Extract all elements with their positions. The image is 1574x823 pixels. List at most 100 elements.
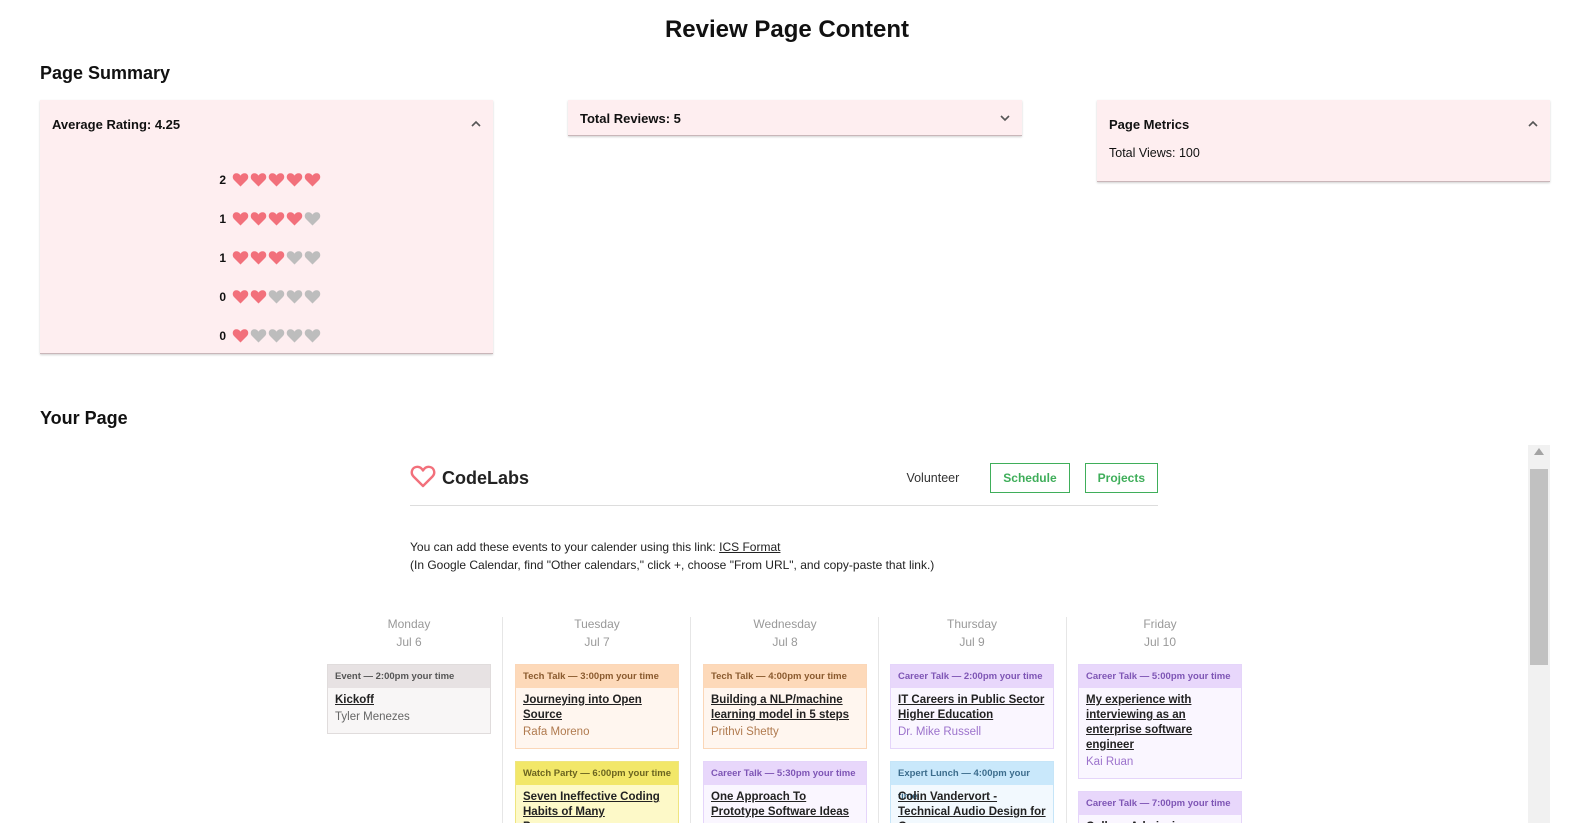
heart-filled-icon — [250, 249, 267, 266]
heart-empty-icon — [268, 288, 285, 305]
average-rating-header[interactable]: Average Rating: 4.25 — [40, 100, 493, 148]
rating-distribution: 2 1 1 0 0 — [210, 160, 322, 355]
day-date: Jul 8 — [772, 635, 798, 649]
day-column-friday: Friday Jul 10 Career Talk — 5:00pm your ti… — [1078, 617, 1242, 823]
event-title-link[interactable]: Journeying into Open Source — [523, 693, 671, 723]
day-name: Wednesday — [753, 617, 817, 631]
event-card[interactable]: Event — 2:00pm your time Kickoff Tyler Men… — [327, 664, 491, 734]
page-metrics-header[interactable]: Page Metrics — [1097, 100, 1550, 148]
calendar-info-text: You can add these events to your calende… — [410, 540, 716, 554]
day-date: Jul 6 — [396, 635, 422, 649]
heart-filled-icon — [250, 171, 267, 188]
event-time: Tech Talk — 4:00pm your time — [704, 665, 866, 688]
heart-filled-icon — [286, 210, 303, 227]
calendar-info: You can add these events to your calende… — [410, 538, 934, 574]
page-metrics-panel: Page Metrics Total Views: 100 — [1097, 100, 1550, 182]
event-time: Watch Party — 6:00pm your time — [516, 762, 678, 785]
rating-row: 2 — [210, 160, 322, 199]
event-card[interactable]: Career Talk — 7:00pm your timeCollege Ad… — [1078, 791, 1242, 823]
event-speaker: Kai Ruan — [1086, 756, 1134, 768]
event-title-link[interactable]: Building a NLP/machine learning model in… — [711, 693, 859, 723]
event-card[interactable]: Tech Talk — 4:00pm your time Building a N… — [703, 664, 867, 749]
event-title-link[interactable]: IT Careers in Public Sector Higher Educa… — [898, 693, 1046, 723]
chevron-up-icon[interactable] — [1528, 119, 1538, 129]
heart-empty-icon — [304, 288, 321, 305]
event-card[interactable]: Career Talk — 2:00pm your time IT Careers… — [890, 664, 1054, 749]
rating-row: 0 — [210, 277, 322, 316]
event-title-link[interactable]: My experience with interviewing as an en… — [1086, 693, 1234, 753]
rating-row: 0 — [210, 316, 322, 355]
site-logo-text: CodeLabs — [442, 468, 530, 488]
page-title: Review Page Content — [664, 16, 910, 43]
event-title-link[interactable]: One Approach To Prototype Software Ideas — [711, 790, 859, 820]
event-title-link[interactable]: Seven Ineffective Coding Habits of Many … — [523, 790, 671, 823]
total-views-value: Total Views: 100 — [1109, 146, 1200, 160]
average-rating-label: Average Rating: 4.25 — [52, 116, 181, 132]
site-logo[interactable]: CodeLabs — [410, 463, 529, 494]
rating-count: 0 — [219, 289, 226, 304]
heart-filled-icon — [304, 171, 321, 188]
heart-empty-icon — [286, 249, 303, 266]
heart-filled-icon — [268, 210, 285, 227]
ics-format-link[interactable]: ICS Format — [719, 540, 780, 554]
event-speaker: Tyler Menezes — [335, 711, 410, 723]
event-time: Career Talk — 2:00pm your time — [891, 665, 1053, 688]
day-name: Monday — [387, 617, 431, 631]
heart-empty-icon — [304, 210, 321, 227]
chevron-up-icon[interactable] — [471, 119, 481, 129]
heart-filled-icon — [268, 171, 285, 188]
scroll-up-arrow-icon[interactable] — [1534, 448, 1544, 455]
average-rating-panel: Average Rating: 4.25 2 1 1 0 0 — [40, 100, 493, 354]
heart-empty-icon — [286, 288, 303, 305]
day-column-monday: Monday Jul 6 Event — 2:00pm your time Kicko… — [327, 617, 491, 734]
site-header: CodeLabs Volunteer Schedule Projects — [410, 461, 1158, 506]
event-time: Event — 2:00pm your time — [328, 665, 490, 688]
event-speaker: Prithvi Shetty — [711, 726, 779, 738]
heart-empty-icon — [250, 327, 267, 344]
site-nav: Volunteer Schedule Projects — [906, 463, 1158, 493]
heart-filled-icon — [268, 249, 285, 266]
event-speaker: Dr. Mike Russell — [898, 726, 982, 738]
day-date: Jul 9 — [959, 635, 985, 649]
scrollbar-thumb[interactable] — [1530, 469, 1548, 665]
rating-count: 2 — [219, 172, 226, 187]
day-date: Jul 10 — [1143, 635, 1177, 649]
event-time: Tech Talk — 3:00pm your time — [516, 665, 678, 688]
heart-filled-icon — [232, 327, 249, 344]
vertical-scrollbar[interactable] — [1528, 445, 1550, 823]
rating-count: 1 — [219, 250, 226, 265]
chevron-down-icon[interactable] — [1000, 113, 1010, 123]
total-reviews-header[interactable]: Total Reviews: 5 — [568, 100, 1022, 136]
your-page-heading: Your Page — [40, 408, 128, 428]
day-name: Thursday — [946, 617, 998, 631]
total-reviews-panel: Total Reviews: 5 — [568, 100, 1022, 136]
page-preview-frame[interactable]: CodeLabs Volunteer Schedule Projects You… — [40, 445, 1550, 823]
event-card[interactable]: Career Talk — 5:00pm your time My experie… — [1078, 664, 1242, 779]
page-metrics-label: Page Metrics — [1109, 116, 1190, 132]
heart-filled-icon — [286, 171, 303, 188]
heart-filled-icon — [232, 288, 249, 305]
rating-row: 1 — [210, 199, 322, 238]
event-title-link[interactable]: Colin Vandervort - Technical Audio Desig… — [898, 790, 1046, 823]
day-name: Tuesday — [574, 617, 620, 631]
event-card[interactable]: Expert Lunch — 4:00pm your time Colin Van… — [890, 761, 1054, 823]
rating-row: 1 — [210, 238, 322, 277]
nav-schedule-button[interactable]: Schedule — [990, 463, 1070, 493]
event-time: Career Talk — 7:00pm your time — [1079, 792, 1241, 815]
heart-empty-icon — [268, 327, 285, 344]
nav-volunteer-link[interactable]: Volunteer — [906, 471, 959, 485]
heart-filled-icon — [232, 210, 249, 227]
day-divider — [878, 617, 879, 823]
event-card[interactable]: Career Talk — 5:30pm your time One Approa… — [703, 761, 867, 823]
event-title-link[interactable]: Kickoff — [335, 693, 483, 708]
event-card[interactable]: Watch Party — 6:00pm your time Seven Inef… — [515, 761, 679, 823]
day-column-wednesday: Wednesday Jul 8 Tech Talk — 4:00pm your ti… — [703, 617, 867, 823]
nav-projects-button[interactable]: Projects — [1084, 463, 1158, 493]
event-time: Career Talk — 5:30pm your time — [704, 762, 866, 785]
heart-empty-icon — [304, 327, 321, 344]
event-card[interactable]: Tech Talk — 3:00pm your time Journeying i… — [515, 664, 679, 749]
event-time: Career Talk — 5:00pm your time — [1079, 665, 1241, 688]
day-column-tuesday: Tuesday Jul 7 Tech Talk — 3:00pm your time… — [515, 617, 679, 823]
event-speaker: Rafa Moreno — [523, 726, 590, 738]
day-divider — [690, 617, 691, 823]
